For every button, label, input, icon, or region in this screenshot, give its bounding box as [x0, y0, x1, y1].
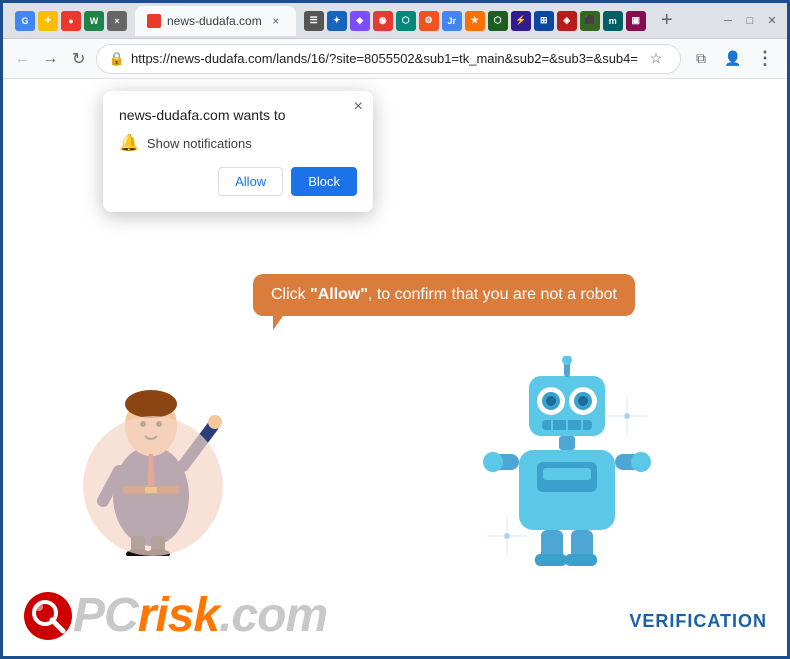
back-button[interactable]: ←	[11, 45, 33, 73]
tab-icon-2[interactable]: ●	[61, 11, 81, 31]
speech-text-before: Click	[271, 286, 310, 303]
tab-icon-15[interactable]: ⊞	[534, 11, 554, 31]
person-illustration	[73, 336, 233, 556]
popup-title: news-dudafa.com wants to	[119, 107, 357, 123]
toolbar-actions: ⧉ 👤 ⋮	[687, 45, 779, 73]
tab-icon-8[interactable]: ◉	[373, 11, 393, 31]
notification-popup: × news-dudafa.com wants to 🔔 Show notifi…	[103, 91, 373, 212]
tab-icon-7[interactable]: ◈	[350, 11, 370, 31]
tab-icon-13[interactable]: ⬡	[488, 11, 508, 31]
menu-button[interactable]: ⋮	[751, 45, 779, 73]
tab-icon-1[interactable]: ✦	[38, 11, 58, 31]
pcrisk-logo: PCrisk.com	[73, 592, 327, 640]
notification-permission-text: Show notifications	[147, 136, 252, 151]
url-actions: ☆	[644, 47, 668, 71]
restore-button[interactable]: □	[743, 14, 757, 28]
url-text: https://news-dudafa.com/lands/16/?site=8…	[131, 51, 638, 66]
tab-title: news-dudafa.com	[167, 14, 262, 28]
popup-close-button[interactable]: ×	[354, 99, 363, 115]
pcrisk-icon	[23, 591, 73, 641]
tab-icon-3[interactable]: W	[84, 11, 104, 31]
active-tab[interactable]: news-dudafa.com ×	[135, 6, 296, 36]
ssl-icon: 🔒	[109, 51, 125, 67]
pcrisk-bar: PCrisk.com VERIFICATION	[3, 576, 787, 656]
tab-icon-18[interactable]: m	[603, 11, 623, 31]
tab-close-button[interactable]: ×	[268, 13, 284, 29]
tab-icon-10[interactable]: ⚙	[419, 11, 439, 31]
forward-button[interactable]: →	[39, 45, 61, 73]
tab-icons-row: G ✦ ● W ×	[11, 11, 131, 31]
tab-icon-4[interactable]: ×	[107, 11, 127, 31]
window-controls: ─ □ ✕	[721, 14, 779, 28]
new-tab-button[interactable]: +	[654, 8, 680, 34]
tab-icon-19[interactable]: ▣	[626, 11, 646, 31]
close-button[interactable]: ✕	[765, 14, 779, 28]
tab-favicon	[147, 14, 161, 28]
robot-illustration	[477, 356, 637, 556]
tab-icon-14[interactable]: ⚡	[511, 11, 531, 31]
title-bar: G ✦ ● W × news-dudafa.com × ☰ ✦ ◈ ◉ ⬡ ⚙ …	[3, 3, 787, 39]
tab-icon-16[interactable]: ◈	[557, 11, 577, 31]
tab-icon-9[interactable]: ⬡	[396, 11, 416, 31]
bell-icon: 🔔	[119, 133, 139, 153]
robot-svg	[477, 356, 657, 576]
allow-button[interactable]: Allow	[218, 167, 283, 196]
block-button[interactable]: Block	[291, 167, 357, 196]
pcrisk-pc-text: PCrisk.com	[73, 592, 327, 640]
tab-icon-6[interactable]: ✦	[327, 11, 347, 31]
page-content: × news-dudafa.com wants to 🔔 Show notifi…	[3, 79, 787, 656]
bookmark-star-button[interactable]: ☆	[644, 47, 668, 71]
reload-button[interactable]: ↻	[68, 45, 90, 73]
speech-text-after: , to confirm that you are not a robot	[368, 286, 617, 303]
tab-icon-17[interactable]: ⬛	[580, 11, 600, 31]
popup-buttons: Allow Block	[119, 167, 357, 196]
address-bar: ← → ↻ 🔒 https://news-dudafa.com/lands/16…	[3, 39, 787, 79]
minimize-button[interactable]: ─	[721, 14, 735, 28]
tab-icon-12[interactable]: ★	[465, 11, 485, 31]
profile-button[interactable]: 👤	[719, 45, 747, 73]
tab-icon-google[interactable]: G	[15, 11, 35, 31]
speech-bubble: Click "Allow", to confirm that you are n…	[253, 274, 635, 316]
extensions-button[interactable]: ⧉	[687, 45, 715, 73]
tab-icon-11[interactable]: Jr	[442, 11, 462, 31]
more-tab-icons: ☰ ✦ ◈ ◉ ⬡ ⚙ Jr ★ ⬡ ⚡ ⊞ ◈ ⬛ m ▣	[300, 11, 650, 31]
popup-notification-row: 🔔 Show notifications	[119, 133, 357, 153]
url-bar[interactable]: 🔒 https://news-dudafa.com/lands/16/?site…	[96, 44, 681, 74]
speech-emphasized: "Allow"	[310, 286, 368, 303]
person-background-circle	[83, 416, 223, 556]
tab-icon-5[interactable]: ☰	[304, 11, 324, 31]
browser-window: G ✦ ● W × news-dudafa.com × ☰ ✦ ◈ ◉ ⬡ ⚙ …	[3, 3, 787, 656]
verification-text: VERIFICATION	[629, 611, 767, 632]
